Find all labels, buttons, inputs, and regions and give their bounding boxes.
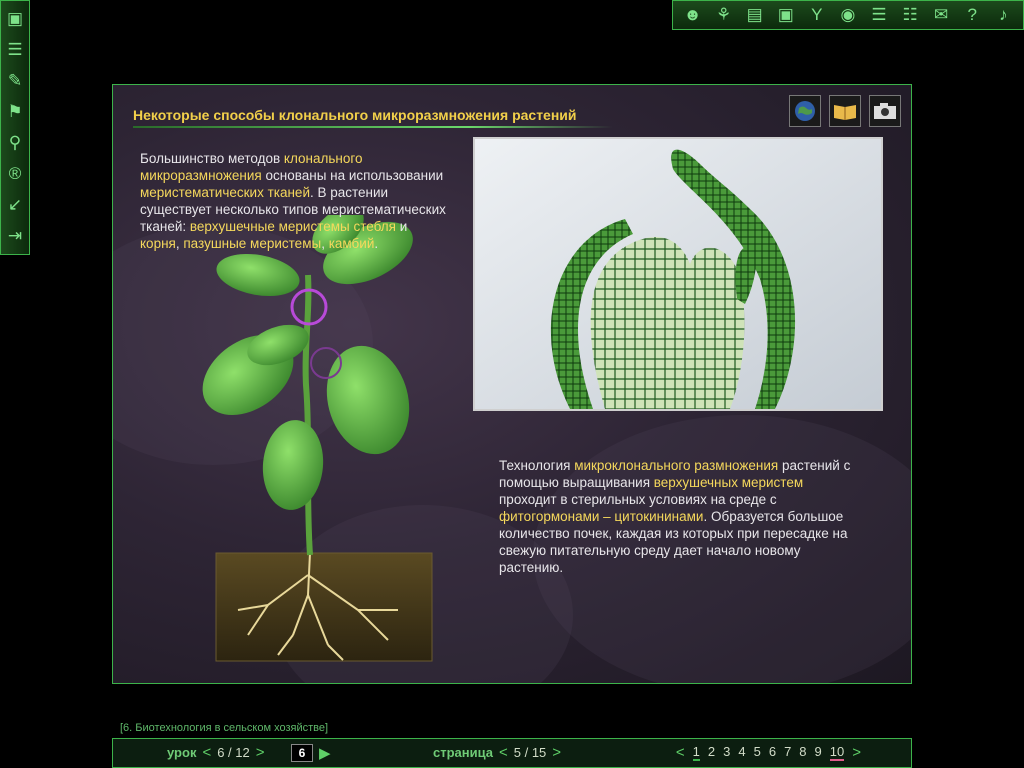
tree-icon[interactable]: ⚘ — [711, 3, 737, 27]
meristem-micrograph — [473, 137, 883, 411]
globe-icon[interactable]: ◉ — [835, 3, 861, 27]
text-segment: Большинство методов — [140, 151, 284, 166]
help-icon[interactable]: ? — [959, 3, 985, 27]
page-link[interactable]: 5 — [754, 744, 761, 761]
page-link[interactable]: 4 — [738, 744, 745, 761]
page-link[interactable]: 9 — [815, 744, 822, 761]
book-icon — [834, 105, 856, 120]
next-lesson-button[interactable]: > — [256, 744, 265, 761]
sound-icon[interactable]: ♪ — [990, 3, 1016, 27]
stack-icon[interactable]: ☰ — [866, 3, 892, 27]
text-segment: проходит в стерильных условиях на среде … — [499, 492, 777, 507]
plant-illustration — [202, 215, 433, 662]
text-segment: и — [395, 219, 408, 234]
highlight-term[interactable]: микроклонального размножения — [574, 458, 778, 473]
camera-button[interactable] — [869, 95, 901, 127]
text-segment: , — [321, 236, 329, 251]
prev-lesson-button[interactable]: < — [202, 744, 211, 761]
intro-text: Большинство методов клонального микрораз… — [140, 150, 450, 252]
page-label: страница — [433, 745, 493, 760]
page-link[interactable]: 8 — [799, 744, 806, 761]
network-icon[interactable]: Y — [804, 3, 830, 27]
document-icon[interactable]: ☷ — [897, 3, 923, 27]
goto-lesson-input[interactable]: 6 — [291, 744, 313, 762]
page-link[interactable]: 3 — [723, 744, 730, 761]
edit-icon[interactable]: ✎ — [2, 65, 28, 96]
text-segment: основаны на использовании — [261, 168, 444, 183]
book-button[interactable] — [829, 95, 861, 127]
pages-prev-button[interactable]: < — [676, 744, 685, 761]
page-link[interactable]: 10 — [829, 744, 845, 761]
goto-nav: 6 ▶ — [291, 744, 331, 762]
book-icon[interactable]: ▤ — [742, 3, 768, 27]
page-link[interactable]: 6 — [769, 744, 776, 761]
chat-icon[interactable]: ✉ — [928, 3, 954, 27]
highlight-term[interactable]: камбий — [329, 236, 375, 251]
title-underline — [133, 126, 613, 128]
monitor-icon[interactable]: ▣ — [2, 3, 28, 34]
breadcrumb[interactable]: [6. Биотехнология в сельском хозяйстве] — [120, 722, 328, 734]
globe-icon — [795, 101, 815, 121]
meristem-drawing — [475, 139, 881, 409]
highlight-term[interactable]: верхушечных меристем — [654, 475, 803, 490]
next-page-button[interactable]: > — [552, 744, 561, 761]
search-icon[interactable]: ⚲ — [2, 127, 28, 158]
page-link[interactable]: 1 — [692, 744, 700, 761]
left-toolbar: ▣ ☰ ✎ ⚑ ⚲ ® ↙ ⇥ — [0, 0, 30, 255]
registered-icon[interactable]: ® — [2, 158, 28, 189]
slide-panel: Некоторые способы клонального микроразмн… — [112, 84, 912, 684]
page-list: < 1 2 3 4 5 6 7 8 9 10 > — [676, 744, 861, 761]
highlight-term[interactable]: корня — [140, 236, 176, 251]
page-nav: страница < 5 / 15 > — [433, 744, 561, 761]
highlight-term[interactable]: верхушечные меристемы стебля — [190, 219, 396, 234]
folder-icon[interactable]: ▣ — [773, 3, 799, 27]
page-link[interactable]: 2 — [708, 744, 715, 761]
pages-next-button[interactable]: > — [852, 744, 861, 761]
title-bar: Некоторые способы клонального микроразмн… — [133, 107, 613, 128]
page-counter: 5 / 15 — [513, 745, 547, 760]
technology-text: Технология микроклонального размножения … — [499, 457, 859, 576]
pages-icon[interactable]: ☰ — [2, 34, 28, 65]
lesson-label: урок — [167, 745, 197, 760]
bookmark-icon[interactable]: ⚑ — [2, 96, 28, 127]
prev-page-button[interactable]: < — [499, 744, 508, 761]
globe-button[interactable] — [789, 95, 821, 127]
highlight-term[interactable]: фитогормонами – цитокининами — [499, 509, 703, 524]
page-link[interactable]: 7 — [784, 744, 791, 761]
exit-icon[interactable]: ⇥ — [2, 220, 28, 251]
bottom-navigation: урок < 6 / 12 > 6 ▶ страница < 5 / 15 > … — [112, 738, 912, 768]
text-segment: Технология — [499, 458, 575, 473]
text-segment: . — [374, 236, 379, 251]
page-title: Некоторые способы клонального микроразмн… — [133, 107, 577, 123]
resize-icon[interactable]: ↙ — [2, 189, 28, 220]
people-icon[interactable]: ☻ — [680, 3, 706, 27]
resource-buttons — [789, 95, 901, 127]
camera-icon — [874, 103, 896, 119]
highlight-term[interactable]: меристематических тканей — [140, 185, 310, 200]
lesson-nav: урок < 6 / 12 > — [167, 744, 265, 761]
top-toolbar: ☻ ⚘ ▤ ▣ Y ◉ ☰ ☷ ✉ ? ♪ — [672, 0, 1024, 30]
highlight-term[interactable]: пазушные меристемы — [183, 236, 321, 251]
goto-play-button[interactable]: ▶ — [319, 744, 331, 762]
lesson-counter: 6 / 12 — [217, 745, 250, 760]
